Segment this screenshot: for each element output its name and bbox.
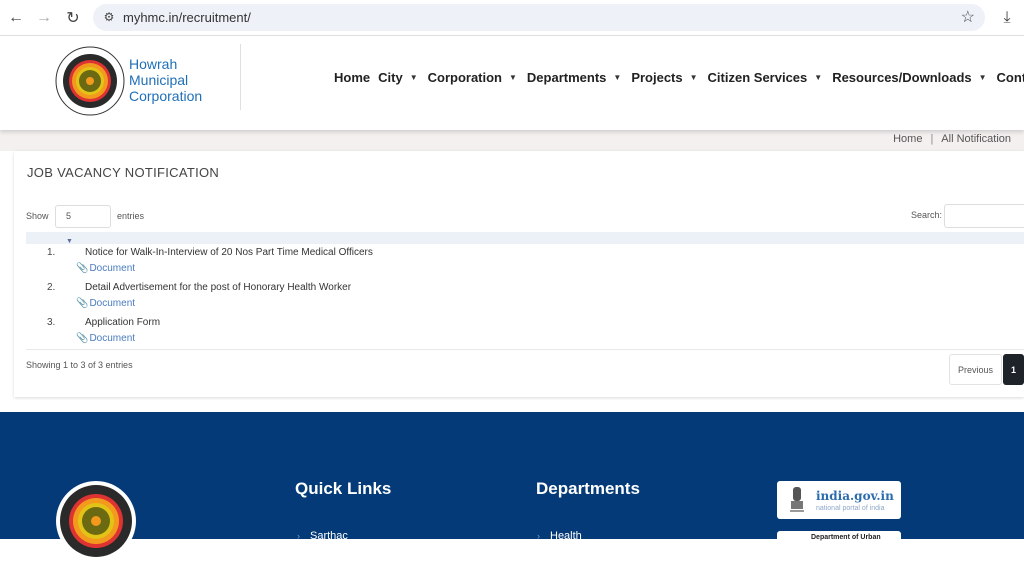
reload-icon[interactable]: ↻ xyxy=(62,7,84,29)
hmc-logo-text[interactable]: Howrah Municipal Corporation xyxy=(129,56,202,104)
site-footer: Quick Links › Sarthac Departments › Health… xyxy=(0,412,1024,561)
caret-down-icon: ▼ xyxy=(409,73,418,82)
row-title: Detail Advertisement for the post of Hon… xyxy=(85,282,352,293)
nav-city[interactable]: City ▼ xyxy=(378,70,419,85)
download-icon[interactable]: ⤓ xyxy=(997,7,1017,29)
url-text[interactable]: myhmc.in/recruitment/ xyxy=(123,10,251,25)
india-gov-title: india.gov.in xyxy=(816,489,894,503)
hmc-logo-emblem[interactable] xyxy=(55,46,125,116)
paperclip-icon: 📎 xyxy=(76,333,89,344)
breadcrumb-bar: Home | All Notification xyxy=(0,130,1024,151)
quick-links-heading: Quick Links xyxy=(295,479,392,498)
sort-caret-icon[interactable]: ▼ xyxy=(66,238,73,245)
footer-hmc-emblem xyxy=(56,481,136,561)
row-number: 1. xyxy=(47,247,56,258)
nav-label: Corporation xyxy=(427,70,502,85)
page-length-select[interactable]: 5 xyxy=(55,205,111,228)
nav-resources-downloads[interactable]: Resources/Downloads ▼ xyxy=(832,70,988,85)
national-emblem-icon xyxy=(790,487,804,512)
quick-link-label[interactable]: Sarthac xyxy=(310,530,348,542)
row-number: 3. xyxy=(47,317,56,328)
page-title: JOB VACANCY NOTIFICATION xyxy=(27,165,220,180)
notifications-card: JOB VACANCY NOTIFICATION Show 5 entries … xyxy=(14,151,1024,397)
site-settings-icon[interactable]: ⚙ xyxy=(101,9,117,25)
page-1-button[interactable]: 1 xyxy=(1003,354,1024,385)
quick-link-item[interactable]: › Sarthac xyxy=(297,530,348,542)
table-row: 1. Notice for Walk-In-Interview of 20 No… xyxy=(26,247,426,282)
row-number: 2. xyxy=(47,282,56,293)
breadcrumb-separator: | xyxy=(930,133,934,145)
department-link-label[interactable]: Health xyxy=(550,530,582,542)
logo-line-1: Howrah xyxy=(129,56,178,72)
table-row: 3. Application Form 📎Document xyxy=(26,317,426,352)
departments-heading: Departments xyxy=(536,479,640,498)
main-navigation: Home City ▼ Corporation ▼ Departments ▼ Pro… xyxy=(334,70,1024,85)
search-label: Search: xyxy=(911,210,943,220)
india-gov-subtitle: national portal of india xyxy=(816,505,885,512)
nav-label: City xyxy=(378,70,403,85)
nav-label: Departments xyxy=(526,70,607,85)
caret-down-icon: ▼ xyxy=(978,73,987,82)
chevron-right-icon: › xyxy=(537,531,540,541)
logo-divider xyxy=(240,44,241,110)
nav-departments[interactable]: Departments ▼ xyxy=(527,70,623,85)
document-link-label[interactable]: Document xyxy=(89,333,135,344)
browser-toolbar: ← → ↻ ⚙ myhmc.in/recruitment/ ☆ ⤓ xyxy=(0,0,1024,36)
nav-label: Resources/Downloads xyxy=(832,70,972,85)
nav-label: Projects xyxy=(631,70,683,85)
table-info: Showing 1 to 3 of 3 entries xyxy=(26,360,133,370)
logo-line-3: Corporation xyxy=(129,88,203,104)
table-header-row[interactable] xyxy=(26,232,1024,244)
document-link[interactable]: 📎Document xyxy=(76,298,135,309)
document-link-label[interactable]: Document xyxy=(89,263,135,274)
entries-label: entries xyxy=(117,211,145,221)
nav-projects[interactable]: Projects ▼ xyxy=(631,70,699,85)
breadcrumb-current[interactable]: All Notification xyxy=(941,133,1011,145)
india-gov-badge[interactable]: india.gov.in national portal of india xyxy=(777,481,901,519)
caret-down-icon: ▼ xyxy=(814,73,823,82)
caret-down-icon: ▼ xyxy=(509,73,517,82)
site-header: Howrah Municipal Corporation Home City ▼ … xyxy=(0,36,1024,130)
nav-label: Home xyxy=(334,70,371,85)
bookmark-star-icon[interactable]: ☆ xyxy=(961,7,975,27)
document-link[interactable]: 📎Document xyxy=(76,263,135,274)
paperclip-icon: 📎 xyxy=(76,263,89,274)
nav-citizen-services[interactable]: Citizen Services ▼ xyxy=(708,70,825,85)
show-label: Show xyxy=(26,211,49,221)
row-title: Notice for Walk-In-Interview of 20 Nos P… xyxy=(85,247,373,258)
department-link-item[interactable]: › Health xyxy=(537,530,582,542)
nav-corporation[interactable]: Corporation ▼ xyxy=(428,70,519,85)
chevron-right-icon: › xyxy=(297,531,300,541)
search-input[interactable] xyxy=(944,204,1024,228)
forward-arrow-icon[interactable]: → xyxy=(33,7,55,29)
nav-label: Citizen Services xyxy=(707,70,808,85)
logo-line-2: Municipal xyxy=(129,72,189,88)
nav-contacts[interactable]: Contacts xyxy=(997,70,1024,85)
row-title: Application Form xyxy=(85,317,161,328)
table-divider xyxy=(26,349,1024,350)
document-link-label[interactable]: Document xyxy=(89,298,135,309)
table-row: 2. Detail Advertisement for the post of … xyxy=(26,282,426,317)
paperclip-icon: 📎 xyxy=(76,298,89,309)
urban-dept-title: Department of Urban xyxy=(811,534,881,541)
caret-down-icon: ▼ xyxy=(613,73,622,82)
address-bar[interactable]: ⚙ myhmc.in/recruitment/ ☆ xyxy=(93,4,985,31)
nav-home[interactable]: Home xyxy=(334,70,370,85)
breadcrumb-home[interactable]: Home xyxy=(893,133,922,145)
urban-dept-badge[interactable]: Department of Urban xyxy=(777,531,901,551)
previous-page-button[interactable]: Previous xyxy=(949,354,1002,385)
nav-label: Contacts xyxy=(996,70,1024,85)
document-link[interactable]: 📎Document xyxy=(76,333,135,344)
caret-down-icon: ▼ xyxy=(689,73,698,82)
back-arrow-icon[interactable]: ← xyxy=(5,7,27,29)
breadcrumb: Home | All Notification xyxy=(893,133,1011,145)
